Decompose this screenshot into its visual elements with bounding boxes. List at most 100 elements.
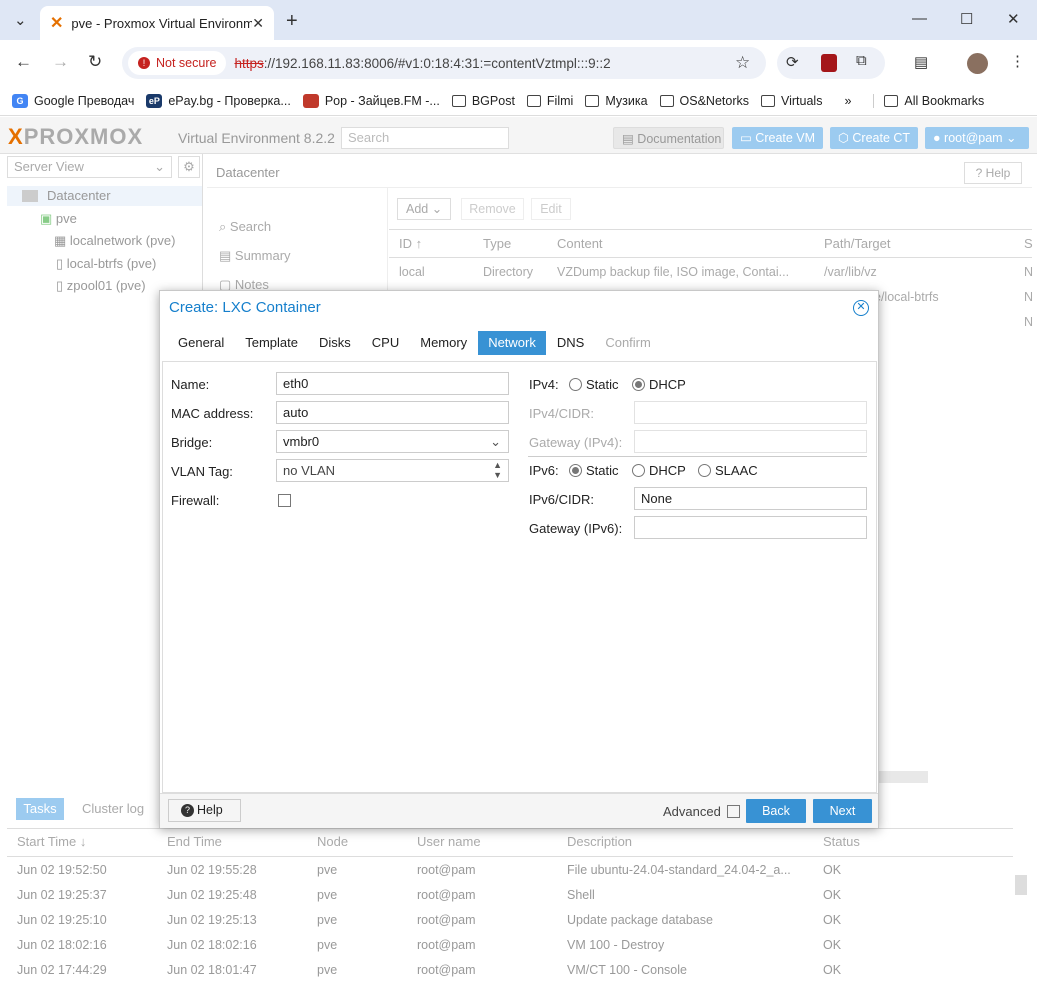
question-icon: ? (181, 804, 194, 817)
bookmark-folder[interactable]: OS&Netorks (659, 94, 749, 108)
ipv6-static-radio[interactable]: Static (569, 463, 619, 478)
new-tab-icon[interactable]: + (286, 10, 298, 33)
tab-confirm[interactable]: Confirm (595, 331, 661, 355)
column-header[interactable]: Path/Target (824, 236, 891, 251)
not-secure-badge[interactable]: ! Not secure (128, 51, 227, 75)
help-button[interactable]: ? Help (964, 162, 1022, 184)
proxmox-logo: XPROXMOX (8, 124, 144, 149)
bookmark-item[interactable]: Pop - Зайцев.FM -... (302, 93, 440, 108)
firewall-checkbox[interactable] (278, 494, 291, 507)
ipv6-cidr-input[interactable]: None (634, 487, 867, 510)
ublock-icon[interactable] (821, 54, 837, 72)
ipv4-cidr-input[interactable] (634, 401, 867, 424)
bookmark-item[interactable]: eP ePay.bg - Проверка... (146, 93, 291, 108)
close-icon[interactable]: ✕ (853, 300, 869, 316)
column-header[interactable]: End Time (167, 834, 222, 849)
create-ct-button[interactable]: ⬡ Create CT (830, 127, 918, 149)
mac-address-label: MAC address: (171, 406, 254, 421)
minimize-icon[interactable]: — (912, 10, 927, 27)
horizontal-scrollbar[interactable] (878, 771, 928, 783)
tab-general[interactable]: General (168, 331, 234, 355)
back-icon[interactable]: ← (15, 52, 32, 72)
ipv6-label: IPv6: (529, 463, 559, 478)
column-header[interactable]: ID ↑ (399, 236, 422, 251)
nav-search[interactable]: ⌕ Search (219, 219, 271, 235)
gateway-ipv4-input[interactable] (634, 430, 867, 453)
spinner-arrows-icon[interactable]: ▲ ▼ (493, 460, 502, 480)
tab-memory[interactable]: Memory (410, 331, 477, 355)
column-header[interactable]: Node (317, 834, 348, 849)
gateway-ipv6-input[interactable] (634, 516, 867, 539)
name-input[interactable]: eth0 (276, 372, 509, 395)
tab-tasks[interactable]: Tasks (16, 798, 64, 820)
close-window-icon[interactable]: ✕ (1007, 10, 1020, 28)
profile-avatar[interactable] (967, 53, 988, 74)
folder-icon (659, 94, 674, 107)
omnibox[interactable]: ! Not secure https://192.168.11.83:8006/#… (122, 47, 766, 79)
close-tab-icon[interactable]: ✕ (252, 15, 264, 32)
reading-list-icon[interactable]: ▤ (914, 53, 928, 71)
sync-extension-icon[interactable]: ⟳ (786, 53, 799, 71)
add-button[interactable]: Add ⌄ (397, 198, 451, 220)
vlan-tag-stepper[interactable]: no VLAN ▲ ▼ (276, 459, 509, 482)
column-header[interactable]: Description (567, 834, 632, 849)
forward-icon[interactable]: → (52, 52, 69, 72)
bridge-select[interactable]: vmbr0 ⌄ (276, 430, 509, 453)
mac-address-input[interactable]: auto (276, 401, 509, 424)
ipv6-dhcp-radio[interactable]: DHCP (632, 463, 686, 478)
ipv4-dhcp-radio[interactable]: DHCP (632, 377, 686, 392)
browser-menu-icon[interactable]: ⋮ (1010, 52, 1025, 70)
advanced-checkbox[interactable] (727, 805, 740, 818)
extensions-puzzle-icon[interactable]: ⧉ (856, 52, 867, 69)
column-header[interactable]: Start Time ↓ (17, 834, 86, 849)
gear-icon[interactable]: ⚙ (178, 156, 200, 178)
tree-item-node[interactable]: ▣ pve (40, 211, 77, 227)
column-header[interactable]: Type (483, 236, 511, 251)
bookmark-item[interactable]: G Google Преводач (12, 93, 134, 108)
bookmark-folder[interactable]: Filmi (526, 94, 573, 108)
cell: N (1024, 315, 1034, 329)
tab-cluster-log[interactable]: Cluster log (82, 801, 144, 816)
vertical-scrollbar[interactable] (1015, 875, 1027, 895)
maximize-icon[interactable]: ☐ (960, 10, 973, 28)
help-button[interactable]: ? Help (168, 799, 241, 822)
bookmark-folder[interactable]: BGPost (451, 94, 515, 108)
browser-tab[interactable]: ✕ pve - Proxmox Virtual Environm ✕ (40, 6, 274, 40)
edit-button[interactable]: Edit (531, 198, 571, 220)
column-header[interactable]: User name (417, 834, 481, 849)
remove-button[interactable]: Remove (461, 198, 524, 220)
bookmark-star-icon[interactable]: ☆ (735, 53, 750, 73)
tab-disks[interactable]: Disks (309, 331, 361, 355)
tab-search-icon[interactable]: ⌄ (14, 11, 27, 29)
global-search-input[interactable]: Search (341, 127, 509, 149)
tab-dns[interactable]: DNS (547, 331, 594, 355)
tree-item-storage[interactable]: ▦ localnetwork (pve) (54, 233, 175, 249)
tab-cpu[interactable]: CPU (362, 331, 409, 355)
next-button[interactable]: Next (813, 799, 872, 823)
ipv4-static-radio[interactable]: Static (569, 377, 619, 392)
reload-icon[interactable]: ↻ (88, 52, 102, 72)
bookmark-folder[interactable]: Virtuals (761, 94, 822, 108)
create-vm-button[interactable]: ▭ Create VM (732, 127, 823, 149)
ipv6-cidr-label: IPv6/CIDR: (529, 492, 595, 507)
documentation-button[interactable]: ▤ Documentation (613, 127, 724, 149)
all-bookmarks[interactable]: All Bookmarks (873, 93, 984, 108)
cell: /var/lib/vz (824, 265, 877, 279)
column-header[interactable]: Content (557, 236, 603, 251)
tree-item-storage[interactable]: ▯ zpool01 (pve) (56, 278, 146, 294)
nav-summary[interactable]: ▤ Summary (219, 248, 291, 264)
more-bookmarks-icon[interactable]: » (844, 94, 851, 108)
user-icon: ● (933, 131, 945, 145)
tab-template[interactable]: Template (235, 331, 308, 355)
bookmark-folder[interactable]: Музика (585, 94, 648, 108)
server-view-select[interactable]: Server View ⌄ (7, 156, 172, 178)
user-menu-button[interactable]: ● root@pam ⌄ (925, 127, 1029, 149)
back-button[interactable]: Back (746, 799, 806, 823)
cell: local (399, 265, 425, 279)
tab-network[interactable]: Network (478, 331, 546, 355)
column-header[interactable]: S (1024, 236, 1033, 251)
column-header[interactable]: Status (823, 834, 860, 849)
chevron-down-icon: ⌄ (1002, 131, 1017, 145)
tree-item-storage[interactable]: ▯ local-btrfs (pve) (56, 256, 156, 272)
ipv6-slaac-radio[interactable]: SLAAC (698, 463, 758, 478)
